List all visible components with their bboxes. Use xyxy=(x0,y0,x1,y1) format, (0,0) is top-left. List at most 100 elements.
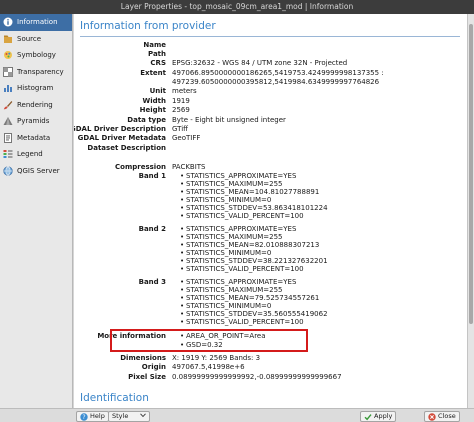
help-button[interactable]: ? Help xyxy=(76,411,109,422)
info-row-dataset-description: Dataset Description xyxy=(74,144,467,153)
information-panel: Information from provider Name Path CRS … xyxy=(74,14,467,408)
checkmark-icon xyxy=(364,413,372,421)
metadata-icon xyxy=(3,132,13,143)
sidebar-item-transparency[interactable]: Transparency xyxy=(0,64,72,81)
info-key: Height xyxy=(139,106,166,114)
histogram-icon xyxy=(3,83,13,93)
info-row-data-type: Data type Byte - Eight bit unsigned inte… xyxy=(74,116,467,125)
info-key: Origin xyxy=(141,363,166,371)
svg-text:?: ? xyxy=(82,414,85,421)
sidebar-item-label: Legend xyxy=(17,150,43,159)
information-icon xyxy=(3,17,13,27)
close-button-label: Close xyxy=(438,412,456,420)
info-row-height: Height 2569 xyxy=(74,106,467,115)
sidebar: Information Source Symbology Transparenc… xyxy=(0,14,73,408)
close-button[interactable]: Close xyxy=(424,411,460,422)
sidebar-item-label: Pyramids xyxy=(17,117,50,126)
info-value: PACKBITS xyxy=(172,163,206,171)
info-key: Compression xyxy=(115,163,166,171)
sidebar-item-label: Transparency xyxy=(17,67,64,76)
info-value: 0.08999999999999992,-0.08999999999999667 xyxy=(172,373,342,381)
info-value: 497066.8950000000186265,5419753.42499999… xyxy=(172,69,384,77)
list-item: STATISTICS_VALID_PERCENT=100 xyxy=(74,318,467,327)
info-value: 497239.6050000000395812,5419984.63499999… xyxy=(172,78,380,86)
info-row-gdal-driver-metadata: GDAL Driver Metadata GeoTIFF xyxy=(74,134,467,143)
info-row-crs: CRS EPSG:32632 - WGS 84 / UTM zone 32N -… xyxy=(74,59,467,68)
sidebar-item-symbology[interactable]: Symbology xyxy=(0,47,72,64)
info-key: GDAL Driver Description xyxy=(74,125,166,133)
info-value: GeoTIFF xyxy=(172,134,201,142)
info-row-origin: Origin 497067.5,41998e+6 xyxy=(74,363,467,372)
info-key: Dimensions xyxy=(120,354,166,362)
help-icon: ? xyxy=(80,412,88,421)
sidebar-item-label: Rendering xyxy=(17,100,53,109)
apply-button[interactable]: Apply xyxy=(360,411,397,422)
info-row-path: Path xyxy=(74,50,467,59)
info-row-compression: Compression PACKBITS xyxy=(74,163,467,172)
info-value: 497067.5,41998e+6 xyxy=(172,363,245,371)
info-row-pixel-size: Pixel Size 0.08999999999999992,-0.089999… xyxy=(74,373,467,382)
section-title-identification: Identification xyxy=(80,392,149,404)
section-title: Information from provider xyxy=(80,20,216,32)
pyramid-icon xyxy=(3,116,13,126)
info-value: 1919 xyxy=(172,97,190,105)
list-item: STATISTICS_VALID_PERCENT=100 xyxy=(74,265,467,274)
info-value: X: 1919 Y: 2569 Bands: 3 xyxy=(172,354,261,362)
sidebar-item-source[interactable]: Source xyxy=(0,31,72,48)
highlight-annotation-box xyxy=(110,329,308,352)
paintbrush-icon xyxy=(3,100,13,110)
info-row-gdal-driver-description: GDAL Driver Description GTiff xyxy=(74,125,467,134)
band-stat: STATISTICS_VALID_PERCENT=100 xyxy=(180,212,304,221)
info-row-dimensions: Dimensions X: 1919 Y: 2569 Bands: 3 xyxy=(74,354,467,363)
info-row-width: Width 1919 xyxy=(74,97,467,106)
info-key: Width xyxy=(142,97,166,105)
sidebar-item-qgis-server[interactable]: QGIS Server xyxy=(0,163,72,180)
sidebar-item-pyramids[interactable]: Pyramids xyxy=(0,113,72,130)
close-icon xyxy=(428,412,436,421)
info-key: Extent xyxy=(140,69,166,77)
sidebar-item-label: QGIS Server xyxy=(17,166,60,175)
sidebar-item-label: Symbology xyxy=(17,51,56,60)
scrollbar-thumb[interactable] xyxy=(469,24,473,324)
sidebar-item-histogram[interactable]: Histogram xyxy=(0,80,72,97)
info-value: 2569 xyxy=(172,106,190,114)
band-stat: STATISTICS_VALID_PERCENT=100 xyxy=(180,318,304,327)
sidebar-item-rendering[interactable]: Rendering xyxy=(0,97,72,114)
info-row-extent: Extent 497066.8950000000186265,5419753.4… xyxy=(74,69,467,78)
sidebar-item-legend[interactable]: Legend xyxy=(0,146,72,163)
info-value: Byte - Eight bit unsigned integer xyxy=(172,116,286,124)
info-key: CRS xyxy=(150,59,166,67)
sidebar-item-label: Source xyxy=(17,34,42,43)
info-value: GTiff xyxy=(172,125,189,133)
symbology-icon xyxy=(3,50,13,60)
info-key: Data type xyxy=(127,116,166,124)
sidebar-item-metadata[interactable]: Metadata xyxy=(0,130,72,147)
window-titlebar: Layer Properties - top_mosaic_09cm_area1… xyxy=(0,0,474,14)
source-icon xyxy=(3,34,13,44)
style-button-label: Style xyxy=(112,412,129,420)
server-globe-icon xyxy=(3,166,13,176)
sidebar-item-label: Information xyxy=(17,18,58,27)
section-divider xyxy=(80,36,460,37)
sidebar-item-label: Histogram xyxy=(17,84,54,93)
sidebar-item-information[interactable]: Information xyxy=(0,14,72,31)
info-row-name: Name xyxy=(74,41,467,50)
chevron-down-icon xyxy=(140,412,146,421)
transparency-icon xyxy=(3,66,13,77)
info-key: Unit xyxy=(149,87,166,95)
info-key: Name xyxy=(143,41,166,49)
style-dropdown-button[interactable]: Style xyxy=(108,411,150,422)
info-value: meters xyxy=(172,87,197,95)
info-key: Dataset Description xyxy=(87,144,166,152)
list-item: STATISTICS_VALID_PERCENT=100 xyxy=(74,212,467,221)
info-key: GDAL Driver Metadata xyxy=(77,134,166,142)
info-key: Pixel Size xyxy=(128,373,166,381)
info-row-unit: Unit meters xyxy=(74,87,467,96)
info-value: EPSG:32632 - WGS 84 / UTM zone 32N - Pro… xyxy=(172,59,348,67)
vertical-scrollbar[interactable] xyxy=(467,14,474,408)
sidebar-item-label: Metadata xyxy=(17,133,51,142)
apply-button-label: Apply xyxy=(374,412,393,420)
info-key: Path xyxy=(148,50,166,58)
window-title: Layer Properties - top_mosaic_09cm_area1… xyxy=(120,2,354,11)
band-stat: STATISTICS_VALID_PERCENT=100 xyxy=(180,265,304,274)
